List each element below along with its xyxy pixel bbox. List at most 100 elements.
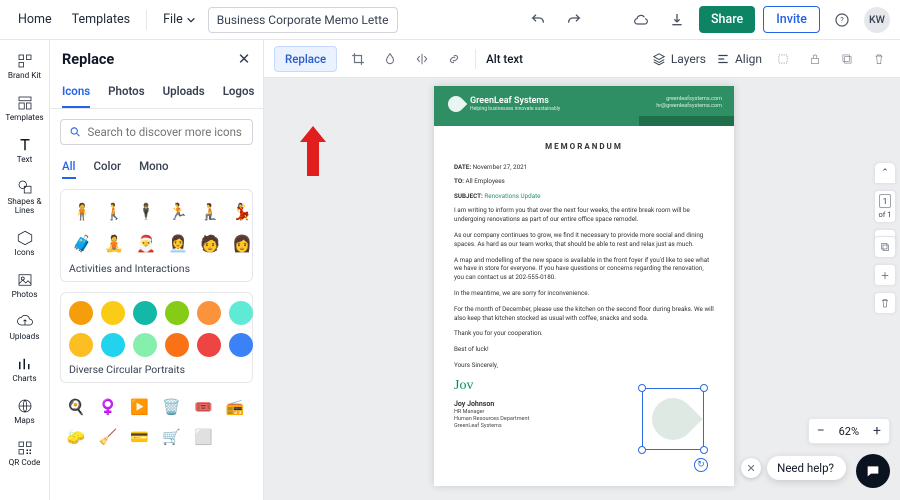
icon-group-activities[interactable]: 🧍 🚶 🕴️ 🏃 🧎 💃 🧳 🧘 🎅 👩‍💼 🧑 👩 Activities an… <box>60 189 253 282</box>
redo-button[interactable] <box>560 6 588 34</box>
list-item[interactable] <box>197 301 221 325</box>
replace-button[interactable]: Replace <box>274 46 337 72</box>
group-button[interactable] <box>772 48 794 70</box>
share-button[interactable]: Share <box>699 6 755 33</box>
flip-button[interactable] <box>411 48 433 70</box>
rotate-handle[interactable]: ↻ <box>694 458 708 472</box>
list-item[interactable]: 🕴️ <box>133 198 159 224</box>
chevron-up-icon[interactable]: ⌃ <box>874 162 896 184</box>
resize-handle[interactable] <box>700 384 708 392</box>
list-item[interactable]: 🧘 <box>101 230 127 256</box>
duplicate-button[interactable] <box>836 48 858 70</box>
invite-button[interactable]: Invite <box>763 6 820 33</box>
file-menu[interactable]: File <box>155 6 204 33</box>
list-item[interactable] <box>133 333 157 357</box>
subtab-all[interactable]: All <box>62 155 76 179</box>
list-item[interactable]: ⬜ <box>191 425 215 449</box>
resize-handle[interactable] <box>638 384 646 392</box>
list-item[interactable]: 🛒 <box>160 425 184 449</box>
chat-button[interactable] <box>856 454 890 488</box>
delete-page-button[interactable] <box>874 292 896 314</box>
list-item[interactable] <box>133 301 157 325</box>
rail-qr[interactable]: QR Code <box>0 433 50 474</box>
list-item[interactable] <box>229 333 253 357</box>
resize-handle[interactable] <box>638 446 646 454</box>
rail-charts[interactable]: Charts <box>0 349 50 390</box>
icon-group-misc[interactable]: 🍳 ♀️ ▶️ 🗑️ 🎟️ 📻 🧽 🧹 💳 🛒 ⬜ <box>60 393 253 451</box>
zoom-out-button[interactable]: − <box>809 418 833 444</box>
undo-button[interactable] <box>524 6 552 34</box>
lock-button[interactable] <box>804 48 826 70</box>
list-item[interactable] <box>229 301 253 325</box>
user-avatar[interactable]: KW <box>864 7 890 33</box>
layers-button[interactable]: Layers <box>652 52 706 66</box>
selected-element[interactable]: ↻ <box>642 388 704 450</box>
design-name-input[interactable] <box>208 7 398 33</box>
list-item[interactable]: ♀️ <box>96 395 120 419</box>
list-item[interactable]: 🎅 <box>133 230 159 256</box>
crop-button[interactable] <box>347 48 369 70</box>
subtab-color[interactable]: Color <box>94 155 122 179</box>
rail-text[interactable]: Text <box>0 130 50 171</box>
rail-icons[interactable]: Icons <box>0 223 50 264</box>
download-button[interactable] <box>663 6 691 34</box>
rail-shapes[interactable]: Shapes & Lines <box>0 172 50 222</box>
list-item[interactable] <box>69 333 93 357</box>
search-input-wrap[interactable] <box>60 119 253 145</box>
list-item[interactable]: 🚶 <box>101 198 127 224</box>
rail-photos[interactable]: Photos <box>0 265 50 306</box>
rail-templates[interactable]: Templates <box>0 88 50 129</box>
list-item[interactable] <box>101 301 125 325</box>
list-item[interactable] <box>165 333 189 357</box>
page-indicator[interactable]: 1 of 1 <box>874 190 896 223</box>
list-item[interactable]: 🎟️ <box>191 395 215 419</box>
list-item[interactable] <box>101 333 125 357</box>
tab-logos[interactable]: Logos <box>223 78 255 108</box>
list-item[interactable]: 💳 <box>128 425 152 449</box>
list-item[interactable]: 📻 <box>223 395 247 419</box>
zoom-in-button[interactable]: + <box>865 418 889 444</box>
zoom-value[interactable]: 62% <box>833 425 865 438</box>
align-button[interactable]: Align <box>716 52 762 66</box>
resize-handle[interactable] <box>700 446 708 454</box>
color-button[interactable] <box>379 48 401 70</box>
list-item[interactable]: 🧹 <box>96 425 120 449</box>
copy-page-button[interactable] <box>874 236 896 258</box>
list-item[interactable]: 💃 <box>229 198 255 224</box>
list-item[interactable] <box>165 301 189 325</box>
list-item[interactable] <box>69 301 93 325</box>
list-item[interactable]: 🗑️ <box>160 395 184 419</box>
list-item[interactable]: 🧑 <box>197 230 223 256</box>
tab-uploads[interactable]: Uploads <box>163 78 205 108</box>
help-close-button[interactable]: ✕ <box>741 458 761 478</box>
delete-button[interactable] <box>868 48 890 70</box>
subtab-mono[interactable]: Mono <box>139 155 169 179</box>
list-item[interactable]: 🧎 <box>197 198 223 224</box>
search-input[interactable] <box>88 125 244 139</box>
document-page[interactable]: GreenLeaf Systems Helping businesses inn… <box>434 86 734 486</box>
help-icon[interactable]: ? <box>828 6 856 34</box>
list-item[interactable]: 🧽 <box>64 425 88 449</box>
rail-brand-kit[interactable]: Brand Kit <box>0 46 50 87</box>
alt-text-button[interactable]: Alt text <box>486 52 523 66</box>
templates-link[interactable]: Templates <box>64 6 138 33</box>
home-link[interactable]: Home <box>10 6 60 33</box>
list-item[interactable]: 👩 <box>229 230 255 256</box>
rail-uploads[interactable]: Uploads <box>0 307 50 348</box>
help-pill[interactable]: ✕ Need help? <box>767 456 846 480</box>
list-item[interactable]: 🏃 <box>165 198 191 224</box>
list-item[interactable]: 🧍 <box>69 198 95 224</box>
tab-photos[interactable]: Photos <box>108 78 144 108</box>
list-item[interactable]: ▶️ <box>128 395 152 419</box>
icon-group-portraits[interactable]: Diverse Circular Portraits <box>60 292 253 383</box>
rail-maps[interactable]: Maps <box>0 391 50 432</box>
sync-icon[interactable] <box>627 6 655 34</box>
list-item[interactable]: 🍳 <box>64 395 88 419</box>
canvas-stage[interactable]: GreenLeaf Systems Helping businesses inn… <box>264 78 900 500</box>
link-button[interactable] <box>443 48 465 70</box>
list-item[interactable] <box>197 333 221 357</box>
tab-icons[interactable]: Icons <box>62 78 90 108</box>
list-item[interactable]: 👩‍💼 <box>165 230 191 256</box>
add-page-button[interactable]: ＋ <box>874 264 896 286</box>
panel-close-button[interactable]: ✕ <box>235 50 253 68</box>
